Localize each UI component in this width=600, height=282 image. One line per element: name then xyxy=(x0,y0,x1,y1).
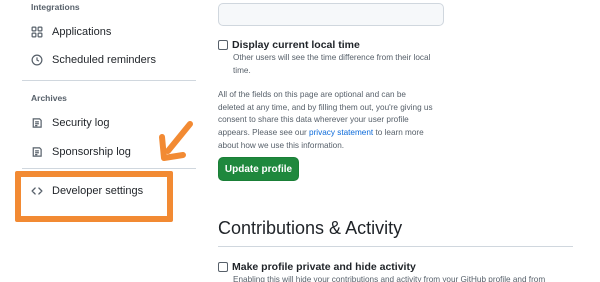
local-time-help: Other users will see the time difference… xyxy=(233,52,473,77)
annotation-arrow-icon xyxy=(159,121,193,161)
private-profile-option[interactable]: Make profile private and hide activity xyxy=(218,261,416,273)
log-icon xyxy=(30,116,44,130)
consent-line: deleted at any time, and by filling them… xyxy=(218,102,433,112)
private-profile-help: Enabling this will hide your contributio… xyxy=(233,275,546,282)
private-profile-checkbox[interactable] xyxy=(218,262,228,272)
profile-settings-main: Display current local time Other users w… xyxy=(218,0,600,282)
sidebar-item-label: Scheduled reminders xyxy=(52,54,156,66)
privacy-statement-link[interactable]: privacy statement xyxy=(309,128,373,137)
consent-fragment: to learn more xyxy=(373,128,424,138)
consent-line: consent to share this data wherever your… xyxy=(218,115,409,125)
local-time-help-line: time. xyxy=(233,65,251,75)
clock-icon xyxy=(30,53,44,67)
sidebar-divider xyxy=(22,168,196,169)
sidebar-item-scheduled-reminders[interactable]: Scheduled reminders xyxy=(22,48,194,72)
integrations-heading: Integrations xyxy=(31,2,80,12)
sidebar-item-label: Security log xyxy=(52,117,110,129)
profile-text-input[interactable] xyxy=(218,3,444,26)
sidebar-divider xyxy=(22,80,196,81)
consent-text: All of the fields on this page are optio… xyxy=(218,89,458,153)
consent-fragment: appears. Please see our xyxy=(218,128,310,138)
highlight-box xyxy=(15,171,173,222)
consent-line: appears. Please see our privacy statemen… xyxy=(218,127,458,140)
sidebar-item-applications[interactable]: Applications xyxy=(22,20,194,44)
local-time-help-line: Other users will see the time difference… xyxy=(233,53,431,62)
local-time-label: Display current local time xyxy=(232,39,360,51)
sidebar-item-label: Sponsorship log xyxy=(52,146,131,158)
local-time-checkbox[interactable] xyxy=(218,40,228,50)
section-divider xyxy=(218,246,573,247)
consent-line: about how we use this information. xyxy=(218,140,345,150)
sidebar-item-label: Applications xyxy=(52,26,112,38)
archives-heading: Archives xyxy=(31,93,67,103)
apps-grid-icon xyxy=(30,25,44,39)
update-profile-button[interactable]: Update profile xyxy=(218,157,299,181)
consent-line: All of the fields on this page are optio… xyxy=(218,90,406,99)
private-profile-label: Make profile private and hide activity xyxy=(232,261,416,273)
local-time-option[interactable]: Display current local time xyxy=(218,39,360,51)
contributions-title: Contributions & Activity xyxy=(218,218,403,238)
log-icon xyxy=(30,145,44,159)
settings-sidebar: Integrations Applications Scheduled remi… xyxy=(0,0,200,282)
